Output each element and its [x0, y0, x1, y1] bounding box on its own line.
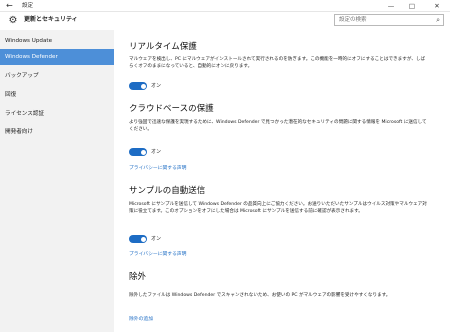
sidebar-item-recovery[interactable]: 回復 [0, 87, 114, 103]
page-title: 更新とセキュリティ [24, 16, 78, 23]
minimize-button[interactable]: — [382, 0, 400, 12]
section-desc-exclusion: 除外したファイルは Windows Defender でスキャンされないため、お… [129, 293, 391, 298]
search-icon[interactable]: ⌕ [436, 15, 440, 25]
sample-privacy-link[interactable]: プライバシーに関する声明 [129, 250, 186, 257]
toggle-knob [140, 236, 146, 242]
maximize-button[interactable]: □ [403, 0, 421, 12]
gear-icon: ⚙ [8, 15, 18, 26]
sample-toggle[interactable] [129, 235, 147, 243]
section-title-sample: サンプルの自動送信 [129, 186, 206, 196]
main-content: リアルタイム保護 マルウェアを検出し、PC にマルウェアがインストールされて実行… [114, 30, 450, 332]
cloud-privacy-link[interactable]: プライバシーに関する声明 [129, 164, 186, 171]
section-desc-realtime: マルウェアを検出し、PC にマルウェアがインストールされて実行されるのを防ぎます… [129, 57, 426, 70]
cloud-toggle-label: オン [151, 149, 162, 155]
section-title-cloud: クラウドベースの保護 [129, 104, 214, 114]
cloud-toggle[interactable] [129, 148, 147, 156]
realtime-toggle-label: オン [151, 83, 162, 89]
section-desc-sample: Microsoft にサンプルを送信して Windows Defender の品… [129, 202, 427, 215]
toggle-knob [140, 83, 146, 89]
sidebar-item-backup[interactable]: バックアップ [0, 68, 114, 84]
close-button[interactable]: ✕ [428, 0, 446, 12]
toggle-knob [140, 149, 146, 155]
realtime-toggle[interactable] [129, 82, 147, 90]
window-title: 設定 [22, 3, 34, 9]
title-bar: ← 設定 — □ ✕ [0, 0, 450, 12]
sidebar-item-windows-defender[interactable]: Windows Defender [0, 49, 114, 65]
back-arrow-icon[interactable]: ← [6, 0, 13, 12]
search-box[interactable]: ⌕ [334, 14, 444, 26]
section-title-realtime: リアルタイム保護 [129, 42, 197, 52]
sample-toggle-label: オン [151, 236, 162, 242]
sidebar: Windows Update Windows Defender バックアップ 回… [0, 30, 114, 332]
add-exclusion-link[interactable]: 除外の追加 [129, 315, 153, 322]
sidebar-item-developers[interactable]: 開発者向け [0, 124, 114, 140]
sidebar-item-windows-update[interactable]: Windows Update [0, 33, 114, 49]
sidebar-item-activation[interactable]: ライセンス認証 [0, 106, 114, 122]
section-title-exclusion: 除外 [129, 272, 147, 282]
section-desc-cloud: より強固で迅速な保護を実現するために、Windows Defender で見つか… [129, 120, 427, 133]
search-input[interactable] [339, 15, 429, 25]
